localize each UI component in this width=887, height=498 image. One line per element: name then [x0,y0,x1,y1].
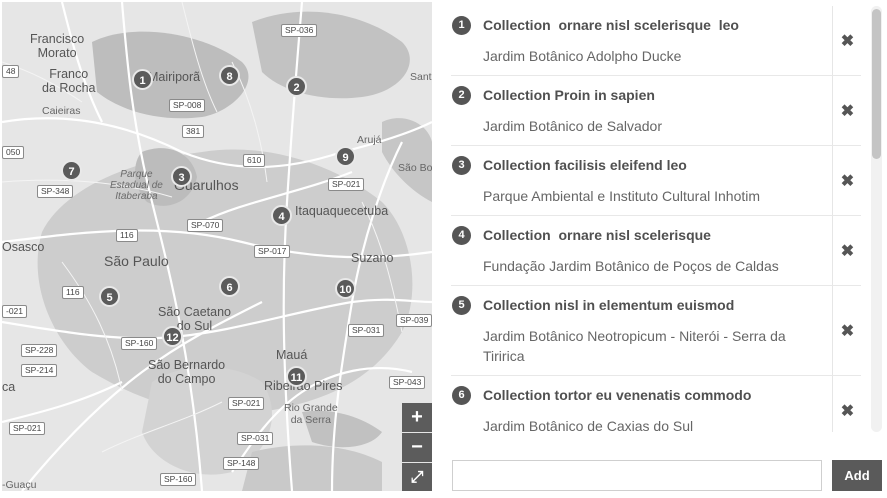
place-itaquaquecetuba: Itaquaquecetuba [295,204,389,218]
add-button[interactable]: Add [832,460,882,491]
item-location: Parque Ambiental e Instituto Cultural In… [483,188,761,204]
map-marker-1[interactable]: 1 [132,69,153,90]
remove-button[interactable]: ✖ [832,376,861,432]
place-sao-bernardo: São Bernardo do Campo [148,358,226,386]
item-location: Fundação Jardim Botânico de Poços de Cal… [483,258,779,274]
road-shield: SP-043 [389,376,426,389]
item-title: Collection nisl in elementum euismod [483,297,735,313]
close-icon: ✖ [840,242,855,260]
road-shield: -021 [2,305,28,318]
map-marker-5[interactable]: 5 [99,286,120,307]
remove-button[interactable]: ✖ [832,146,861,215]
item-title: Collection Proin in sapien [483,87,655,103]
place-guacu: -Guaçu [2,479,37,491]
item-number-badge: 1 [452,16,471,35]
remove-button[interactable]: ✖ [832,286,861,375]
map-marker-6[interactable]: 6 [219,276,240,297]
map-marker-10[interactable]: 10 [335,278,356,299]
road-shield: SP-021 [9,422,46,435]
road-shield: SP-070 [187,219,224,232]
map-marker-2[interactable]: 2 [286,76,307,97]
place-caieiras: Caieiras [42,105,81,117]
place-mairipora: Mairiporã [148,70,201,84]
item-number-badge: 3 [452,156,471,175]
road-shield: SP-160 [121,337,158,350]
item-number-badge: 4 [452,226,471,245]
road-shield: 050 [2,146,25,159]
road-shield: SP-017 [254,245,291,258]
zoom-out-button[interactable]: − [402,433,432,462]
zoom-in-button[interactable]: + [402,403,432,432]
place-osasco: Osasco [2,240,45,254]
close-icon: ✖ [840,102,855,120]
road-shield: SP-008 [169,99,206,112]
road-shield: SP-021 [228,397,265,410]
road-shield: SP-228 [21,344,58,357]
road-shield: SP-036 [281,24,318,37]
close-icon: ✖ [840,402,855,420]
list-item[interactable]: 1 Collection ornare nisl scelerisque leo… [451,6,861,76]
list-item[interactable]: 5 Collection nisl in elementum euismod J… [451,286,861,376]
map-marker-3[interactable]: 3 [171,166,192,187]
close-icon: ✖ [840,322,855,340]
map[interactable]: Francisco Morato Franco da Rocha Mairiporã… [2,2,432,491]
item-location: Jardim Botânico de Salvador [483,118,662,134]
remove-button[interactable]: ✖ [832,6,861,75]
road-shield: 48 [2,65,20,78]
map-marker-7[interactable]: 7 [61,160,82,181]
road-shield: SP-031 [348,324,385,337]
item-location: Jardim Botânico de Caxias do Sul [483,418,694,432]
road-shield: SP-039 [396,314,432,327]
item-number-badge: 6 [452,386,471,405]
close-icon: ✖ [840,32,855,50]
list-item[interactable]: 6 Collection tortor eu venenatis commodo… [451,376,861,432]
place-sant: Sant [410,71,432,83]
collection-list[interactable]: 1 Collection ornare nisl scelerisque leo… [451,6,861,432]
place-suzano: Suzano [351,251,394,265]
road-shield: 610 [243,154,266,167]
place-franco-da-rocha: Franco da Rocha [42,67,96,95]
road-shield: 116 [116,229,138,242]
close-icon: ✖ [840,172,855,190]
item-number-badge: 5 [452,296,471,315]
item-title: Collection facilisis eleifend leo [483,157,687,173]
remove-button[interactable]: ✖ [832,216,861,285]
place-ca: ca [2,380,16,394]
place-aruja: Arujá [357,134,382,146]
road-shield: SP-021 [328,178,365,191]
remove-button[interactable]: ✖ [832,76,861,145]
place-rio-grande-da-serra: Rio Grande da Serra [284,402,338,426]
map-marker-4[interactable]: 4 [271,205,292,226]
item-title: Collection tortor eu venenatis commodo [483,387,752,403]
item-location: Jardim Botânico Neotropicum - Niterói - … [483,328,786,364]
road-shield: SP-148 [223,457,260,470]
road-shield: SP-348 [37,185,74,198]
place-maua: Mauá [276,348,308,362]
item-title: Collection ornare nisl scelerisque leo [483,17,739,33]
map-marker-9[interactable]: 9 [335,146,356,167]
map-marker-11[interactable]: 11 [286,366,307,387]
list-item[interactable]: 3 Collection facilisis eleifend leo Parq… [451,146,861,216]
item-title: Collection ornare nisl scelerisque [483,227,711,243]
list-scrollbar-thumb[interactable] [872,9,881,159]
add-collection-input[interactable] [452,460,822,491]
road-shield: 116 [62,286,84,299]
list-item[interactable]: 2 Collection Proin in sapien Jardim Botâ… [451,76,861,146]
place-parque-estadual: Parque Estadual de Itaberaba [110,169,163,203]
map-marker-12[interactable]: 12 [162,326,183,347]
road-shield: SP-214 [21,364,58,377]
item-number-badge: 2 [452,86,471,105]
place-francisco-morato: Francisco Morato [30,32,85,60]
item-location: Jardim Botânico Adolpho Ducke [483,48,682,64]
list-item[interactable]: 4 Collection ornare nisl scelerisque Fun… [451,216,861,286]
place-sao-bo: São Bo [398,162,432,174]
road-shield: SP-160 [160,473,197,486]
road-shield: SP-031 [237,432,274,445]
fullscreen-icon[interactable]: ⤢ [402,463,432,491]
map-marker-8[interactable]: 8 [219,65,240,86]
road-shield: 381 [182,125,205,138]
place-sao-paulo: São Paulo [104,253,169,269]
